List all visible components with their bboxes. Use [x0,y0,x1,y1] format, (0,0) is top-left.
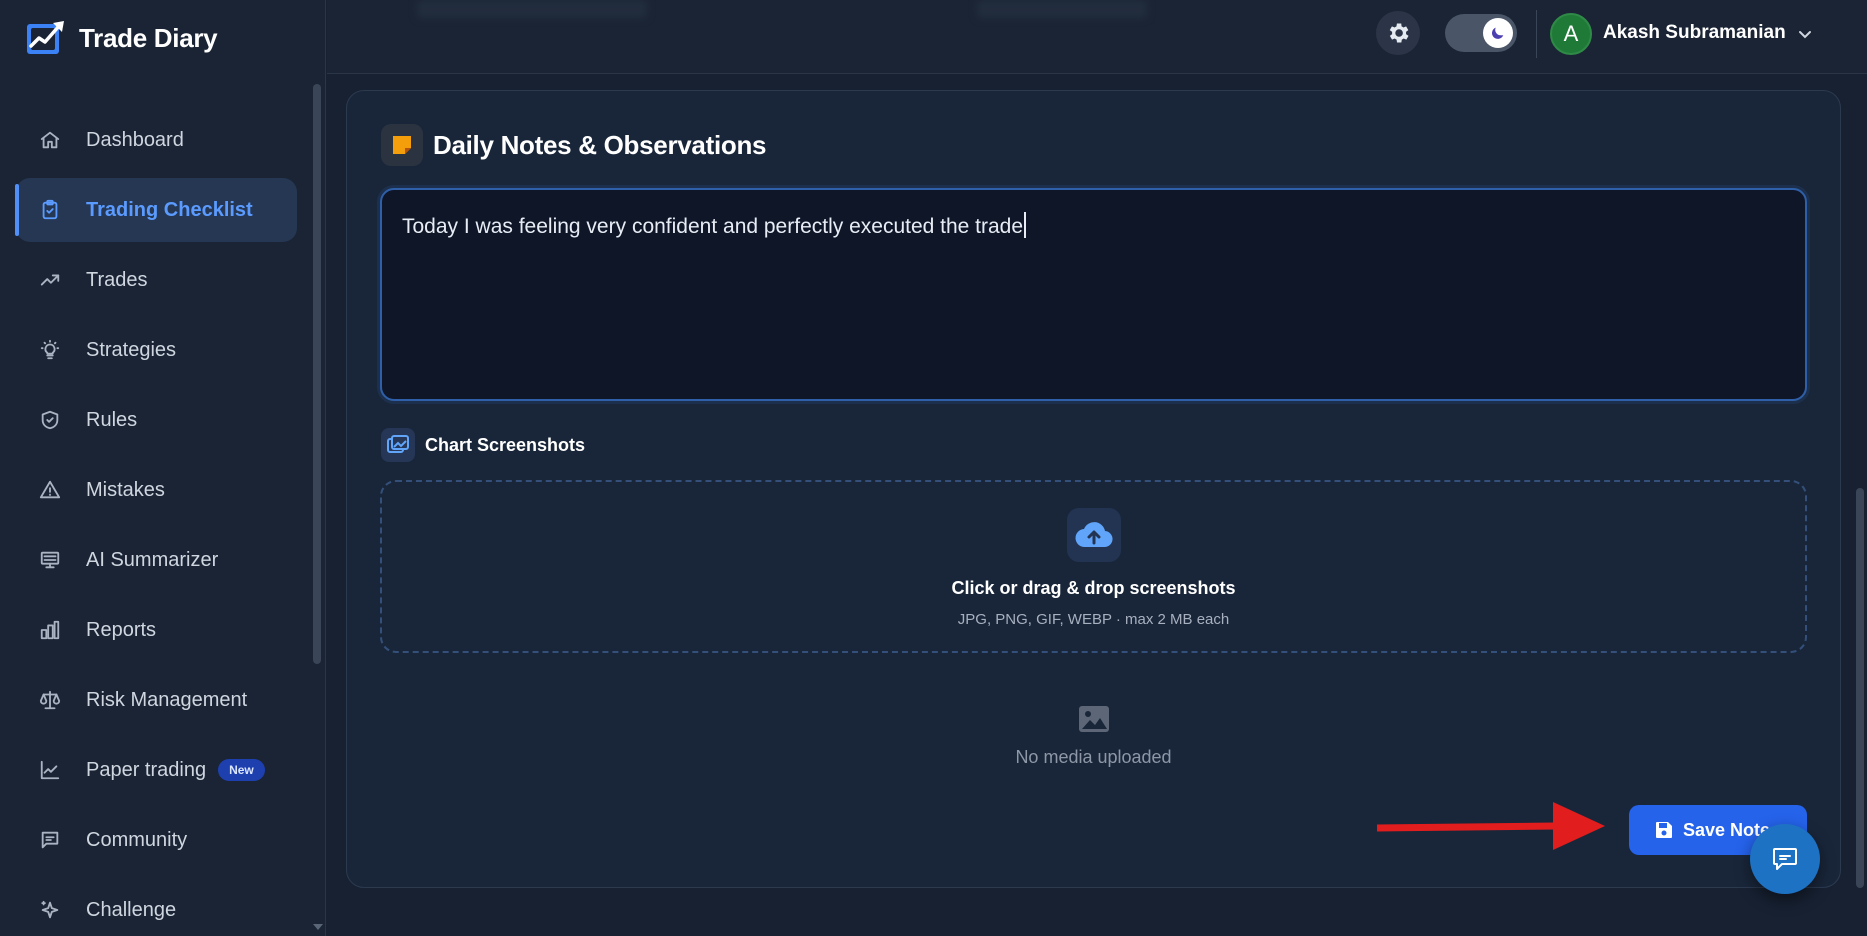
cloud-upload-icon [1066,508,1121,562]
sidebar-item-label: Trading Checklist [86,198,253,221]
sidebar-item-label: Community [86,828,188,851]
empty-media-text: No media uploaded [1015,747,1172,767]
trending-up-icon [38,268,62,292]
notes-title: Daily Notes & Observations [433,129,767,160]
bar-chart-icon [38,618,62,642]
scale-icon [38,688,62,712]
floppy-disk-icon [1656,822,1672,838]
blurred-header-content [977,0,1147,18]
chat-support-button[interactable] [1750,824,1820,894]
message-icon [38,828,62,852]
lightbulb-icon [38,338,62,362]
sidebar-scrollbar[interactable] [313,84,321,664]
blurred-header-content [417,0,647,18]
top-header: A Akash Subramanian [327,0,1867,74]
sidebar-item-reports[interactable]: Reports [16,598,297,662]
chevron-down-icon[interactable] [1797,26,1813,42]
line-chart-icon [38,758,62,782]
sidebar-item-strategies[interactable]: Strategies [16,318,297,382]
theme-knob [1483,18,1513,48]
sparkle-icon [38,898,62,922]
sidebar-item-label: Mistakes [86,478,165,501]
images-icon [381,428,415,462]
screenshots-title: Chart Screenshots [425,434,586,455]
notes-text: Today I was feeling very confident and p… [402,215,1024,238]
sidebar-item-label: Trades [86,268,148,291]
shield-check-icon [38,408,62,432]
avatar[interactable]: A [1550,13,1592,55]
empty-media-state: No media uploaded [347,705,1840,768]
sidebar-item-label: AI Summarizer [86,548,219,571]
image-placeholder-icon [1078,706,1109,732]
sidebar-item-label: Reports [86,618,157,641]
sidebar-item-mistakes[interactable]: Mistakes [16,458,297,522]
clipboard-check-icon [38,198,62,222]
dropzone-title: Click or drag & drop screenshots [951,578,1236,598]
trade-diary-logo-icon [27,21,64,54]
sidebar-item-paper-trading[interactable]: Paper trading New [16,738,297,802]
screenshots-header: Chart Screenshots [381,428,585,462]
sidebar-item-rules[interactable]: Rules [16,388,297,452]
home-icon [38,128,62,152]
sticky-note-icon [381,124,423,166]
main-scrollbar[interactable] [1856,488,1864,888]
gear-icon [1389,23,1409,43]
brand[interactable]: Trade Diary [25,18,218,58]
sidebar-item-label: Risk Management [86,688,248,711]
dropzone-subtitle: JPG, PNG, GIF, WEBP · max 2 MB each [957,611,1230,628]
sidebar: Trade Diary Dashboard Trading Checklist … [0,0,326,936]
sidebar-item-risk-management[interactable]: Risk Management [16,668,297,732]
warning-triangle-icon [38,478,62,502]
annotation-arrow-icon [1376,802,1605,850]
sidebar-item-label: Strategies [86,338,177,361]
sidebar-item-trading-checklist[interactable]: Trading Checklist [15,178,297,242]
monitor-icon [38,548,62,572]
sidebar-item-label: Paper trading [86,758,207,781]
notes-header: Daily Notes & Observations [381,124,767,166]
sidebar-item-trades[interactable]: Trades [16,248,297,312]
user-name[interactable]: Akash Subramanian [1603,22,1786,44]
sidebar-item-community[interactable]: Community [16,808,297,872]
app-name: Trade Diary [79,22,218,53]
daily-notes-card: Daily Notes & Observations Today I was f… [346,90,1841,888]
sidebar-item-label: Challenge [86,898,177,921]
sidebar-item-challenge[interactable]: Challenge [16,878,297,936]
header-divider [1536,10,1537,58]
sidebar-item-ai-summarizer[interactable]: AI Summarizer [16,528,297,592]
screenshot-dropzone[interactable]: Click or drag & drop screenshots JPG, PN… [380,480,1807,653]
settings-button[interactable] [1376,11,1420,55]
sidebar-item-dashboard[interactable]: Dashboard [16,108,297,172]
sidebar-item-label: Rules [86,408,138,431]
notes-textarea[interactable]: Today I was feeling very confident and p… [380,188,1807,401]
scroll-down-arrow-icon[interactable] [313,924,323,930]
new-badge: New [218,759,265,781]
text-caret [1024,212,1026,238]
moon-icon [1491,27,1504,39]
sidebar-item-label: Dashboard [86,128,184,151]
chat-bubble-icon [1773,848,1797,870]
theme-toggle[interactable] [1445,14,1517,52]
sidebar-nav: Dashboard Trading Checklist Trades Strat… [15,108,297,936]
